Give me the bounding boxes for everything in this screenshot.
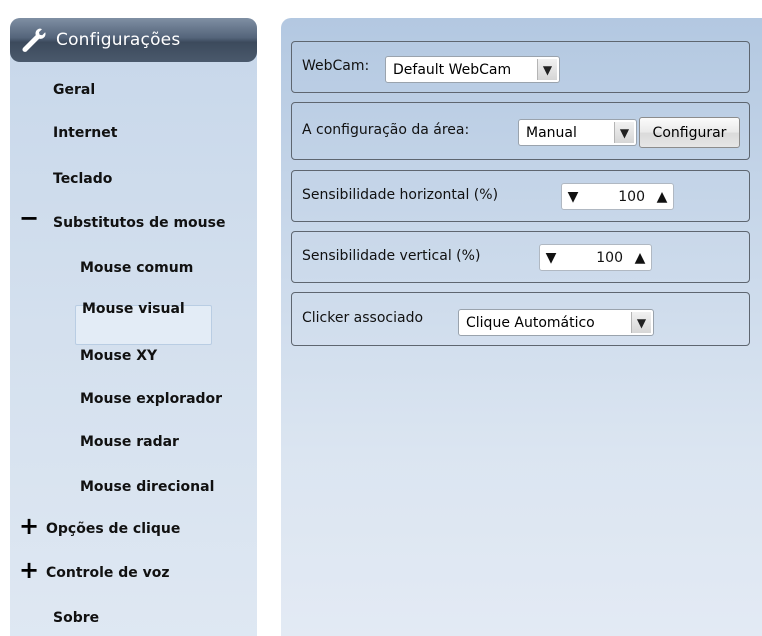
vertical-sensitivity-stepper[interactable]: ▼ 100 ▲ xyxy=(539,244,652,271)
area-config-select[interactable]: Manual ▼ xyxy=(518,119,637,146)
sidebar-item-substitutos-de-mouse[interactable]: Substitutos de mouse xyxy=(53,214,225,232)
decrement-arrow-icon[interactable]: ▼ xyxy=(562,189,584,205)
horizontal-sensitivity-value[interactable]: 100 xyxy=(584,189,651,205)
wrench-icon xyxy=(22,28,46,52)
clicker-label: Clicker associado xyxy=(302,310,424,326)
webcam-select-value: Default WebCam xyxy=(393,61,512,78)
clicker-select-value: Clique Automático xyxy=(466,314,595,331)
vertical-sensitivity-label: Sensibilidade vertical (%) xyxy=(302,248,481,264)
expand-plus-icon[interactable]: + xyxy=(19,514,39,538)
sidebar-item-teclado[interactable]: Teclado xyxy=(53,170,112,188)
collapse-minus-icon[interactable]: − xyxy=(19,206,39,230)
area-config-group: A configuração da área: Manual ▼ Configu… xyxy=(291,102,750,160)
sidebar-item-mouse-visual[interactable]: Mouse visual xyxy=(82,300,185,318)
sidebar-item-mouse-radar[interactable]: Mouse radar xyxy=(80,433,179,451)
settings-panel: WebCam: Default WebCam ▼ A configuração … xyxy=(281,18,762,636)
webcam-group: WebCam: Default WebCam ▼ xyxy=(291,41,750,93)
clicker-group: Clicker associado Clique Automático ▼ xyxy=(291,292,750,346)
webcam-label: WebCam: xyxy=(302,58,370,74)
decrement-arrow-icon[interactable]: ▼ xyxy=(540,250,562,266)
vertical-sensitivity-value[interactable]: 100 xyxy=(562,250,629,266)
dropdown-arrow-icon[interactable]: ▼ xyxy=(614,122,634,143)
horizontal-sensitivity-label: Sensibilidade horizontal (%) xyxy=(302,187,499,203)
sidebar-header: Configurações xyxy=(10,18,257,62)
area-config-label: A configuração da área: xyxy=(302,122,470,138)
horizontal-sensitivity-stepper[interactable]: ▼ 100 ▲ xyxy=(561,183,674,210)
sidebar-item-mouse-explorador[interactable]: Mouse explorador xyxy=(80,390,222,408)
area-config-select-value: Manual xyxy=(526,124,577,141)
sidebar-item-geral[interactable]: Geral xyxy=(53,81,95,99)
sidebar-item-sobre[interactable]: Sobre xyxy=(53,609,99,627)
app-window: Configurações Geral Internet Teclado − S… xyxy=(0,0,762,636)
sidebar-item-internet[interactable]: Internet xyxy=(53,124,117,142)
sidebar-item-opcoes-de-clique[interactable]: Opções de clique xyxy=(46,520,180,538)
webcam-select[interactable]: Default WebCam ▼ xyxy=(385,56,560,83)
sidebar-item-mouse-comum[interactable]: Mouse comum xyxy=(80,259,193,277)
sidebar-item-controle-de-voz[interactable]: Controle de voz xyxy=(46,564,170,582)
sidebar: Configurações Geral Internet Teclado − S… xyxy=(10,18,257,636)
configurar-button[interactable]: Configurar xyxy=(639,117,740,148)
sidebar-title: Configurações xyxy=(56,30,181,50)
horizontal-sensitivity-group: Sensibilidade horizontal (%) ▼ 100 ▲ xyxy=(291,170,750,222)
sidebar-item-mouse-direcional[interactable]: Mouse direcional xyxy=(80,478,214,496)
sidebar-item-mouse-xy[interactable]: Mouse XY xyxy=(80,347,157,365)
vertical-sensitivity-group: Sensibilidade vertical (%) ▼ 100 ▲ xyxy=(291,231,750,283)
dropdown-arrow-icon[interactable]: ▼ xyxy=(537,59,557,80)
clicker-select[interactable]: Clique Automático ▼ xyxy=(458,309,654,336)
increment-arrow-icon[interactable]: ▲ xyxy=(651,189,673,205)
expand-plus-icon[interactable]: + xyxy=(19,558,39,582)
increment-arrow-icon[interactable]: ▲ xyxy=(629,250,651,266)
dropdown-arrow-icon[interactable]: ▼ xyxy=(631,312,651,333)
